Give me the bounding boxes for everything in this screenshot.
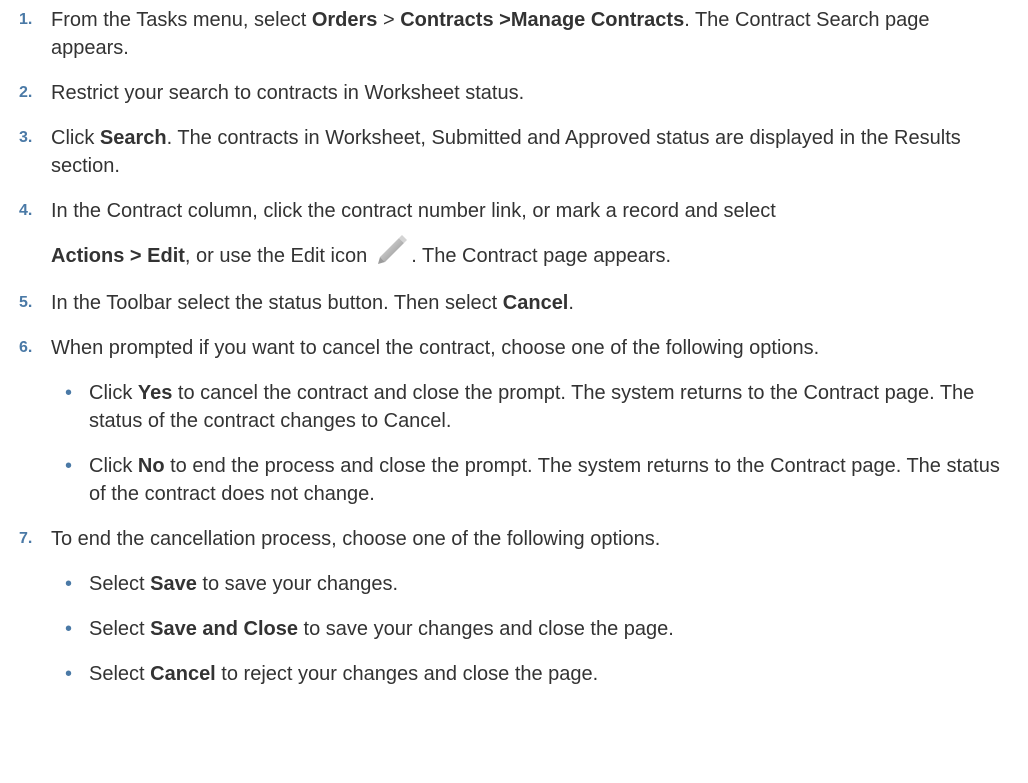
procedure-document: 1. From the Tasks menu, select Orders > … — [0, 0, 1028, 783]
step-number: 1. — [19, 11, 33, 28]
step-number: 4. — [19, 202, 33, 219]
text-run: . The contracts in Worksheet, Submitted … — [51, 127, 961, 177]
menu-orders-label: Orders — [311, 9, 378, 31]
step-3: 3. Click Search. The contracts in Worksh… — [0, 124, 1028, 180]
text-run: > — [377, 9, 401, 31]
text-run: In the Contract column, click the contra… — [51, 200, 776, 222]
text-run: to cancel the contract and close the pro… — [89, 382, 975, 432]
step-2: 2. Restrict your search to contracts in … — [0, 79, 1028, 107]
step-text: Restrict your search to contracts in Wor… — [51, 79, 1011, 107]
text-run: to reject your changes and close the pag… — [215, 663, 599, 685]
save-and-close-label: Save and Close — [150, 618, 298, 640]
actions-edit-label: Actions > Edit — [51, 245, 185, 267]
step-number: 2. — [19, 84, 33, 101]
bullet: • — [65, 382, 73, 404]
bullet: • — [65, 618, 73, 640]
text-run: . The Contract page appears. — [411, 245, 672, 267]
text-run: . — [568, 292, 574, 314]
no-label: No — [137, 455, 165, 477]
pencil-edit-icon — [373, 235, 408, 265]
text-run: to save your changes and close the page. — [298, 618, 674, 640]
step-text: From the Tasks menu, select Orders > Con… — [51, 6, 1011, 62]
step-6: 6. When prompted if you want to cancel t… — [0, 334, 1028, 508]
option-cancel: • Select Cancel to reject your changes a… — [51, 660, 1011, 688]
option-save: • Select Save to save your changes. — [51, 570, 1011, 598]
step-1: 1. From the Tasks menu, select Orders > … — [0, 6, 1028, 62]
menu-manage-contracts-label: Contracts >Manage Contracts — [400, 9, 685, 31]
text-run: to save your changes. — [196, 573, 399, 595]
option-no: • Click No to end the process and close … — [51, 452, 1011, 508]
step-text: In the Toolbar select the status button.… — [51, 289, 1011, 317]
text-run: , or use the Edit icon — [184, 245, 368, 267]
step-number: 6. — [19, 339, 33, 356]
step-4: 4. In the Contract column, click the con… — [0, 197, 1028, 272]
cancel-label: Cancel — [502, 292, 569, 314]
steps-list: 1. From the Tasks menu, select Orders > … — [0, 0, 1028, 688]
step-text: To end the cancellation process, choose … — [51, 525, 1011, 688]
step-number: 3. — [19, 129, 33, 146]
text-run: Select — [89, 573, 151, 595]
text-run: To end the cancellation process, choose … — [51, 528, 661, 550]
step-text: Click Search. The contracts in Worksheet… — [51, 124, 1011, 180]
step-5: 5. In the Toolbar select the status butt… — [0, 289, 1028, 317]
yes-label: Yes — [137, 382, 173, 404]
text-run: Click — [51, 127, 100, 149]
search-label: Search — [99, 127, 167, 149]
options-list: • Click Yes to cancel the contract and c… — [51, 379, 1011, 508]
text-run: In the Toolbar select the status button.… — [51, 292, 503, 314]
option-save-and-close: • Select Save and Close to save your cha… — [51, 615, 1011, 643]
text-run: to end the process and close the prompt.… — [89, 455, 1000, 505]
bullet: • — [65, 573, 73, 595]
text-run: Restrict your search to contracts in Wor… — [51, 82, 525, 104]
text-run: Click — [89, 382, 138, 404]
step-number: 5. — [19, 294, 33, 311]
text-run: From the Tasks menu, select — [51, 9, 312, 31]
step-4-line-2: Actions > Edit, or use the Edit icon . T… — [51, 235, 1011, 272]
step-number: 7. — [19, 530, 33, 547]
options-list: • Select Save to save your changes. • Se… — [51, 570, 1011, 688]
save-label: Save — [150, 573, 197, 595]
step-text: When prompted if you want to cancel the … — [51, 334, 1011, 508]
step-text: In the Contract column, click the contra… — [51, 197, 1011, 272]
bullet: • — [65, 455, 73, 477]
text-run: Select — [89, 663, 151, 685]
text-run: Select — [89, 618, 151, 640]
option-yes: • Click Yes to cancel the contract and c… — [51, 379, 1011, 435]
cancel-label: Cancel — [150, 663, 216, 685]
text-run: Click — [89, 455, 138, 477]
step-7: 7. To end the cancellation process, choo… — [0, 525, 1028, 688]
bullet: • — [65, 663, 73, 685]
text-run: When prompted if you want to cancel the … — [51, 337, 820, 359]
